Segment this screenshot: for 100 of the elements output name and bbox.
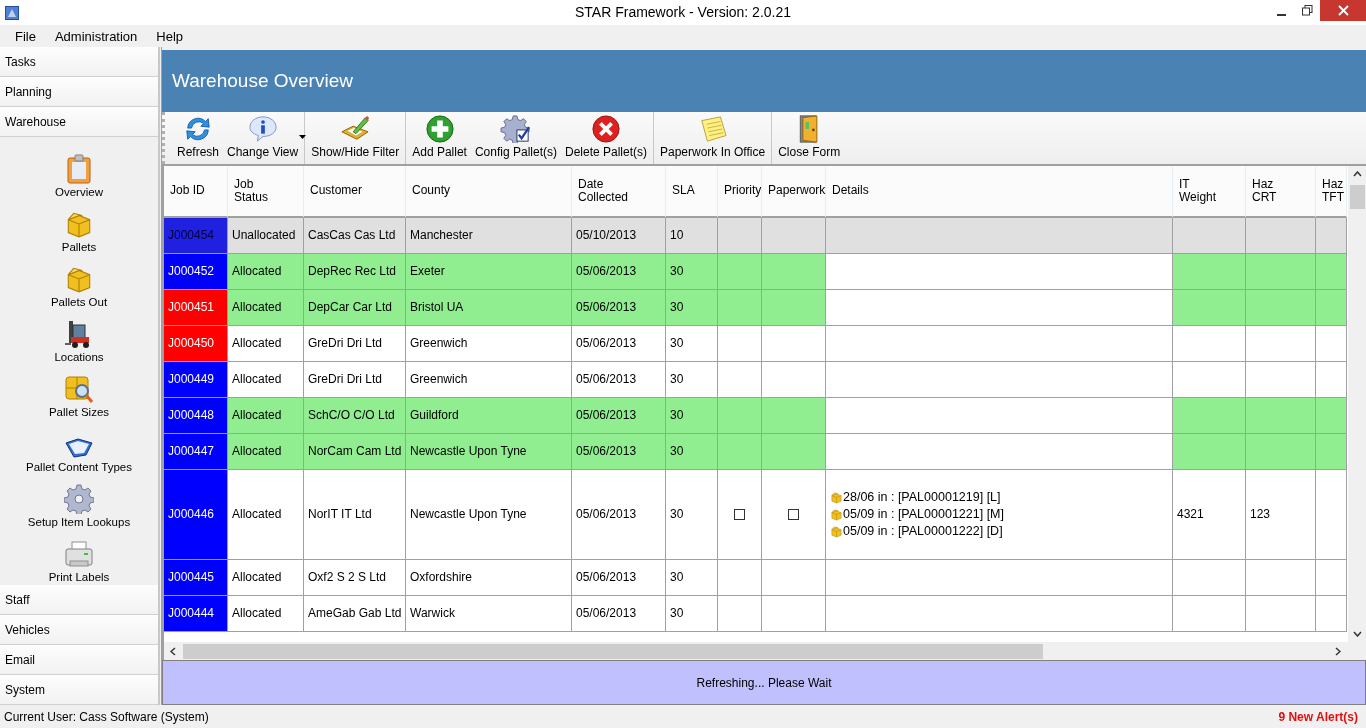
scroll-down-icon[interactable] — [1352, 630, 1362, 637]
customer-cell: CasCas Cas Ltd — [304, 217, 406, 254]
clipboard-icon — [66, 154, 92, 184]
restore-icon — [1301, 5, 1313, 16]
customer-cell: NorCam Cam Ltd — [304, 433, 406, 470]
priority-cell — [718, 289, 762, 326]
sidebar-item[interactable]: Print Labels — [48, 571, 110, 583]
sidebar-item[interactable]: Setup Item Lookups — [27, 516, 131, 528]
sidebar-item[interactable]: Pallet Sizes — [48, 406, 110, 418]
sidebar-section[interactable]: Staff — [0, 585, 158, 615]
county-cell: Newcastle Upon Tyne — [406, 433, 572, 470]
progress-message: Refreshing... Please Wait — [696, 675, 832, 690]
sidebar-section[interactable]: System — [0, 675, 158, 705]
haz-crt-cell — [1246, 289, 1316, 326]
vertical-scrollbar[interactable] — [1348, 165, 1366, 643]
paperwork-cell — [762, 217, 826, 254]
menu-item[interactable]: Administration — [47, 26, 145, 46]
box-icon — [830, 490, 843, 504]
job-id-cell: J000452 — [164, 253, 228, 290]
scroll-up-icon[interactable] — [1352, 171, 1362, 178]
sidebar-section[interactable]: Vehicles — [0, 615, 158, 645]
sidebar-section[interactable]: Email — [0, 645, 158, 675]
status-cell: Unallocated — [228, 217, 304, 254]
menu-item[interactable]: Help — [149, 26, 191, 46]
sidebar-item[interactable]: Pallets — [61, 241, 97, 253]
caret-icon[interactable] — [299, 134, 307, 139]
info-bubble-icon — [246, 114, 279, 143]
tray-pencil-icon — [339, 114, 372, 143]
column-header[interactable]: Customer — [304, 165, 406, 218]
haz-tft-cell — [1316, 289, 1347, 326]
column-header[interactable]: Details — [826, 165, 1173, 218]
haz-crt-cell — [1246, 595, 1316, 632]
toolbar-button[interactable]: Config Pallet(s) — [470, 114, 561, 162]
window-title: STAR Framework - Version: 2.0.21 — [575, 4, 791, 20]
box-magnifier-icon — [64, 374, 94, 404]
status-cell: Allocated — [228, 559, 304, 596]
scroll-right-icon[interactable] — [1334, 646, 1341, 656]
toolbar-button[interactable]: Change View — [223, 114, 303, 162]
sla-cell: 30 — [666, 325, 718, 362]
date-cell: 05/06/2013 — [572, 433, 666, 470]
pallet-entry: 05/09 in : [PAL00001221] [M] — [843, 507, 1004, 522]
close-button[interactable] — [1320, 0, 1366, 21]
scroll-thumb[interactable] — [183, 643, 1043, 659]
county-cell: Warwick — [406, 595, 572, 632]
county-cell: Manchester — [406, 217, 572, 254]
column-header[interactable]: Job ID — [164, 165, 228, 218]
column-header[interactable]: Priority — [718, 165, 762, 218]
menu-item[interactable]: File — [8, 26, 43, 46]
checkbox[interactable] — [734, 508, 745, 520]
gear-check-icon — [499, 114, 532, 143]
county-cell: Newcastle Upon Tyne — [406, 469, 572, 560]
haz-tft-cell — [1316, 559, 1347, 596]
toolbar-button[interactable]: Show/Hide Filter — [307, 114, 404, 162]
date-cell: 05/10/2013 — [572, 217, 666, 254]
job-id-cell: J000445 — [164, 559, 228, 596]
customer-cell: NorIT IT Ltd — [304, 469, 406, 560]
column-header[interactable]: SLA — [666, 165, 718, 218]
scroll-thumb[interactable] — [1349, 184, 1365, 209]
status-cell: Allocated — [228, 433, 304, 470]
status-cell: Allocated — [228, 325, 304, 362]
column-header[interactable]: Job Status — [228, 165, 304, 218]
column-header[interactable]: Paperwork — [762, 165, 826, 218]
haz-crt-cell — [1246, 217, 1316, 254]
sidebar-section[interactable]: Tasks — [0, 47, 158, 77]
customer-cell: SchC/O C/O Ltd — [304, 397, 406, 434]
weight-cell: 4321 — [1173, 469, 1246, 560]
sidebar-item[interactable]: Pallets Out — [50, 296, 108, 308]
customer-cell: GreDri Dri Ltd — [304, 325, 406, 362]
status-cell: Allocated — [228, 397, 304, 434]
haz-crt-cell — [1246, 433, 1316, 470]
column-header[interactable]: Haz TFT — [1316, 165, 1347, 218]
sidebar-section[interactable]: Warehouse — [0, 107, 158, 137]
customer-cell: DepCar Car Ltd — [304, 289, 406, 326]
toolbar-button[interactable]: Add Pallet — [408, 114, 471, 162]
job-id-cell: J000450 — [164, 325, 228, 362]
date-cell: 05/06/2013 — [572, 289, 666, 326]
sidebar-item[interactable]: Overview — [55, 186, 103, 198]
sidebar-item[interactable]: Locations — [54, 351, 104, 363]
haz-crt-cell — [1246, 397, 1316, 434]
status-cell: Allocated — [228, 595, 304, 632]
column-header[interactable]: IT Weight — [1173, 165, 1246, 218]
toolbar-button[interactable]: Refresh — [173, 114, 224, 162]
status-cell: Allocated — [228, 253, 304, 290]
column-header[interactable]: County — [406, 165, 572, 218]
checkbox[interactable] — [788, 508, 799, 520]
horizontal-scrollbar[interactable] — [164, 642, 1366, 661]
customer-cell: Oxf2 S 2 S Ltd — [304, 559, 406, 596]
scroll-left-icon[interactable] — [169, 646, 176, 656]
sidebar-section[interactable]: Planning — [0, 77, 158, 107]
column-header[interactable]: Date Collected — [572, 165, 666, 218]
paperwork-cell — [762, 397, 826, 434]
toolbar-button[interactable]: Close Form — [774, 114, 845, 162]
county-cell: Guildford — [406, 397, 572, 434]
column-header[interactable]: Haz CRT — [1246, 165, 1316, 218]
sidebar-item[interactable]: Pallet Content Types — [26, 461, 132, 473]
sla-cell: 10 — [666, 217, 718, 254]
printer-icon — [64, 541, 94, 569]
alerts-count[interactable]: 9 New Alert(s) — [1278, 709, 1358, 724]
toolbar-button[interactable]: Delete Pallet(s) — [560, 114, 651, 162]
toolbar-button[interactable]: Paperwork In Office — [656, 114, 770, 162]
